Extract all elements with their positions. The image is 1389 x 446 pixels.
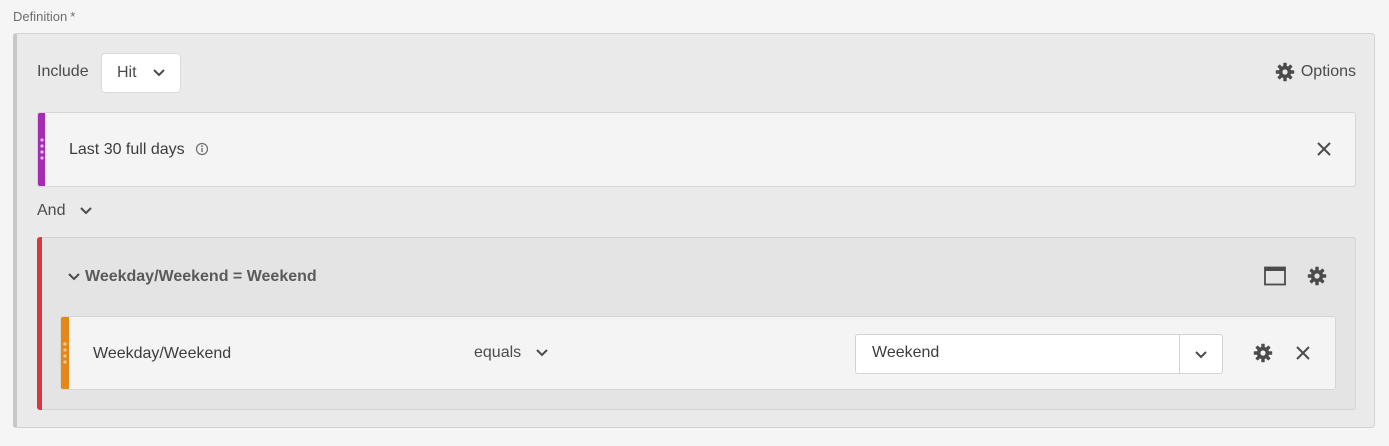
scope-select-value: Hit — [117, 64, 137, 81]
chevron-down-icon[interactable] — [67, 271, 81, 283]
grip-icon[interactable] — [62, 341, 68, 367]
frame-icon[interactable] — [1264, 266, 1286, 286]
close-icon[interactable] — [1295, 345, 1311, 361]
rule-value[interactable]: Weekend — [872, 344, 939, 362]
container-color-bar — [37, 237, 42, 410]
chevron-down-icon[interactable] — [1194, 349, 1208, 361]
info-icon[interactable] — [195, 142, 209, 156]
rule-value-combobox[interactable]: Weekend — [855, 334, 1223, 374]
include-label: Include — [37, 63, 89, 80]
options-button[interactable]: Options — [1275, 62, 1356, 82]
combobox-divider — [1179, 335, 1180, 373]
gear-icon — [1275, 62, 1295, 82]
close-icon[interactable] — [1316, 141, 1332, 157]
chevron-down-icon[interactable] — [79, 205, 93, 217]
rule-dimension: Weekday/Weekend — [93, 345, 232, 362]
container-title: Weekday/Weekend = Weekend — [85, 268, 317, 285]
options-label: Options — [1300, 63, 1356, 80]
scope-select[interactable]: Hit — [101, 53, 181, 93]
required-asterisk: * — [70, 9, 76, 24]
gear-icon[interactable] — [1307, 266, 1327, 286]
rule-label: Last 30 full days — [69, 141, 185, 158]
grip-icon[interactable] — [39, 137, 45, 163]
definition-label-text: Definition — [13, 9, 68, 24]
rule-operator[interactable]: equals — [474, 344, 521, 362]
gear-icon[interactable] — [1253, 343, 1273, 363]
chevron-down-icon — [153, 69, 165, 77]
logic-operator-label[interactable]: And — [37, 202, 65, 220]
definition-label: Definition * — [13, 9, 75, 24]
chevron-down-icon[interactable] — [535, 347, 549, 359]
rule-weekday-weekend[interactable]: Weekday/Weekend equals Weekend — [60, 316, 1336, 390]
rule-last-30-full-days[interactable]: Last 30 full days — [37, 112, 1356, 187]
